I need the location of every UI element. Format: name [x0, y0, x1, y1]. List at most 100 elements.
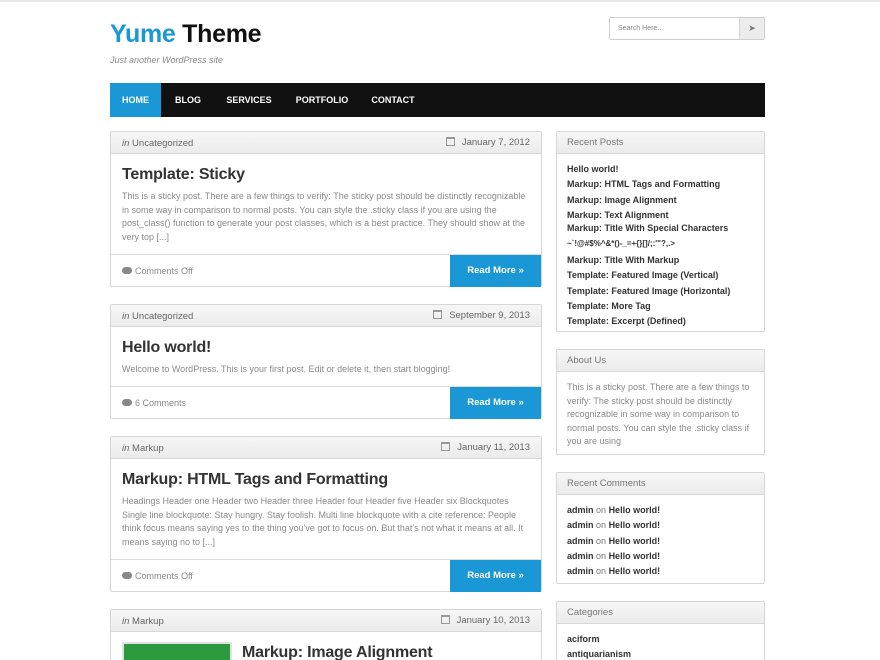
comment-post-link[interactable]: Hello world! [609, 520, 661, 530]
post-date: September 9, 2013 [449, 310, 530, 321]
post-meta: in Uncategorized September 9, 2013 [111, 305, 541, 327]
in-label: in [122, 443, 130, 454]
post-comments: Comments Off [135, 571, 193, 581]
comment-item: admin on Hello world! [567, 503, 754, 518]
in-label: in [122, 138, 130, 149]
about-text: This is a sticky post. There are a few t… [567, 382, 750, 446]
site-tagline: Just another WordPress site [110, 55, 224, 65]
post-category[interactable]: Markup [132, 443, 164, 454]
main-nav: HOME BLOG SERVICES PORTFOLIO CONTACT [110, 83, 765, 117]
calendar-icon [445, 137, 455, 146]
comment-author[interactable]: admin [567, 505, 594, 515]
comment-author[interactable]: admin [567, 536, 594, 546]
post-date: January 10, 2013 [456, 615, 530, 626]
comment-post-link[interactable]: Hello world! [609, 536, 661, 546]
nav-item-contact[interactable]: CONTACT [365, 83, 421, 117]
calendar-icon [441, 442, 451, 451]
list-item[interactable]: Hello world! [567, 162, 754, 177]
top-border [0, 0, 880, 2]
comment-post-link[interactable]: Hello world! [609, 505, 661, 515]
site-title[interactable]: Yume Theme [110, 20, 262, 49]
list-item[interactable]: Template: Featured Image (Vertical) [567, 268, 754, 283]
post-title[interactable]: Markup: HTML Tags and Formatting [122, 471, 388, 489]
list-item[interactable]: Markup: Image Alignment [567, 193, 754, 208]
post-meta: in Markup January 10, 2013 [111, 610, 541, 632]
on-label: on [596, 550, 607, 561]
comment-item: admin on Hello world! [567, 534, 754, 549]
post-category[interactable]: Uncategorized [132, 311, 193, 322]
nav-item-home[interactable]: HOME [110, 83, 161, 117]
post-category[interactable]: Markup [132, 616, 164, 627]
post-footer: Comments Off Read More » [111, 559, 541, 592]
widget-categories: Categories aciform antiquarianism [556, 601, 765, 660]
comment-item: admin on Hello world! [567, 549, 754, 564]
comment-bubble-icon [122, 267, 132, 274]
search-submit-button[interactable]: ➤ [739, 18, 764, 39]
list-item[interactable]: Template: More Tag [567, 299, 754, 314]
arrow-right-icon: ➤ [748, 23, 756, 33]
site-title-part1[interactable]: Yume [110, 20, 176, 48]
search-input[interactable] [610, 18, 740, 39]
list-item[interactable]: Template: Featured Image (Horizontal) [567, 284, 754, 299]
comment-item: admin on Hello world! [567, 564, 754, 579]
list-item-line2[interactable]: ~`!@#$%^&*()-_=+{}[]/;:'"?,.> [567, 238, 754, 249]
post-category[interactable]: Uncategorized [132, 138, 193, 149]
comment-bubble-icon [122, 572, 132, 579]
list-item[interactable]: Markup: Title With Special Characters ~`… [567, 223, 754, 249]
read-more-button[interactable]: Read More » [450, 560, 541, 592]
categories-list: aciform antiquarianism [557, 624, 764, 660]
widget-about-us: About Us This is a sticky post. There ar… [556, 349, 765, 455]
post-footer: Comments Off Read More » [111, 254, 541, 287]
post-card: in Markup January 11, 2013 Markup: HTML … [110, 436, 542, 592]
widget-recent-comments: Recent Comments admin on Hello world! ad… [556, 472, 765, 584]
widget-title: Recent Posts [557, 132, 764, 154]
nav-item-portfolio[interactable]: PORTFOLIO [292, 83, 352, 117]
widget-title: Categories [557, 602, 764, 624]
list-item[interactable]: Template: Excerpt (Defined) [567, 314, 754, 329]
comment-item: admin on Hello world! [567, 518, 754, 533]
post-card: in Uncategorized January 7, 2012 Templat… [110, 131, 542, 287]
comment-bubble-icon [122, 399, 132, 406]
comment-author[interactable]: admin [567, 566, 594, 576]
post-meta: in Markup January 11, 2013 [111, 437, 541, 459]
list-item[interactable]: antiquarianism [567, 647, 754, 660]
on-label: on [596, 535, 607, 546]
post-title[interactable]: Markup: Image Alignment [242, 644, 433, 660]
list-item[interactable]: Markup: Text Alignment [567, 208, 754, 223]
post-meta: in Uncategorized January 7, 2012 [111, 132, 541, 154]
recent-posts-list: Hello world! Markup: HTML Tags and Forma… [557, 154, 764, 330]
search-form: ➤ [609, 17, 765, 40]
calendar-icon [433, 310, 443, 319]
calendar-icon [440, 615, 450, 624]
nav-item-blog[interactable]: BLOG [165, 83, 211, 117]
list-item[interactable]: aciform [567, 632, 754, 647]
in-label: in [122, 616, 130, 627]
list-item[interactable]: Markup: HTML Tags and Formatting [567, 177, 754, 192]
post-footer: 6 Comments Read More » [111, 386, 541, 419]
comment-post-link[interactable]: Hello world! [609, 566, 661, 576]
read-more-button[interactable]: Read More » [450, 255, 541, 287]
list-item-line1[interactable]: Markup: Title With Special Characters [567, 223, 754, 234]
post-title[interactable]: Hello world! [122, 339, 211, 357]
post-excerpt: This is a sticky post. There are a few t… [122, 191, 526, 242]
widget-title: Recent Comments [557, 473, 764, 495]
in-label: in [122, 311, 130, 322]
post-date: January 7, 2012 [461, 137, 530, 148]
nav-item-services[interactable]: SERVICES [220, 83, 278, 117]
site-title-part2[interactable]: Theme [182, 20, 261, 48]
on-label: on [596, 505, 607, 515]
comment-author[interactable]: admin [567, 551, 594, 561]
post-comments[interactable]: 6 Comments [135, 398, 186, 408]
read-more-button[interactable]: Read More » [450, 387, 541, 419]
on-label: on [596, 520, 607, 531]
comment-post-link[interactable]: Hello world! [609, 551, 661, 561]
comment-author[interactable]: admin [567, 520, 594, 530]
list-item[interactable]: Markup: Title With Markup [567, 253, 754, 268]
post-excerpt: Headings Header one Header two Header th… [122, 496, 524, 547]
post-date: January 11, 2013 [457, 442, 530, 453]
post-card: in Markup January 10, 2013 Markup: Image… [110, 609, 542, 660]
post-thumbnail[interactable] [122, 642, 232, 660]
post-title[interactable]: Template: Sticky [122, 166, 245, 184]
post-excerpt: Welcome to WordPress. This is your first… [122, 364, 451, 374]
widget-title: About Us [557, 350, 764, 372]
